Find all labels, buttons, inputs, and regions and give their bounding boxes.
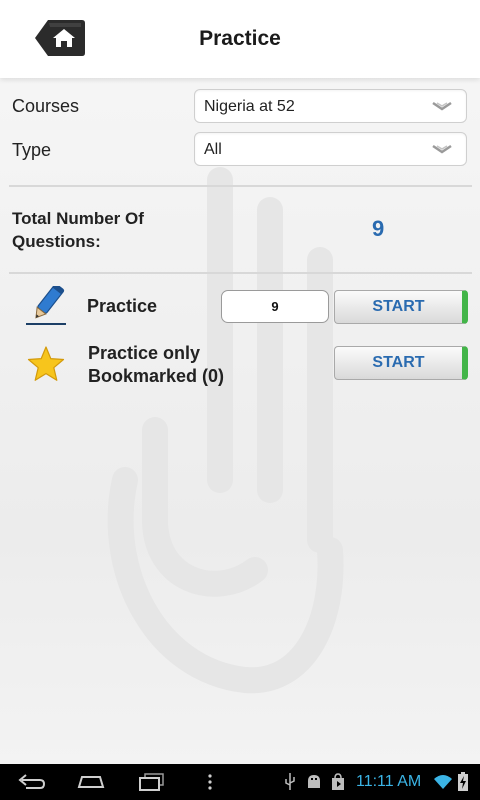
practice-start-button[interactable]: START (334, 290, 468, 324)
system-navigation-bar: 11:11 AM (0, 764, 480, 800)
menu-icon[interactable] (206, 772, 214, 792)
chevron-down-icon (432, 144, 452, 154)
courses-dropdown[interactable]: Nigeria at 52 (194, 89, 467, 123)
usb-icon (285, 773, 295, 790)
clock: 11:11 AM (356, 773, 422, 790)
bookmarked-label-line2: Bookmarked (0) (88, 366, 225, 386)
courses-selected-value: Nigeria at 52 (204, 98, 295, 115)
chevron-down-icon (432, 101, 452, 111)
total-questions-label: Total Number Of Questions: (12, 209, 144, 251)
back-icon[interactable] (16, 772, 46, 792)
home-nav-icon[interactable] (76, 772, 106, 792)
courses-label: Courses (12, 96, 80, 116)
practice-screen: Practice Courses Nigeria at 52 Type All … (0, 0, 480, 764)
type-label: Type (12, 140, 52, 160)
practice-label: Practice (87, 296, 158, 316)
android-debug-icon (308, 775, 320, 788)
bookmarked-label-line1: Practice only (88, 343, 201, 363)
recent-apps-icon[interactable] (137, 772, 167, 792)
page-title: Practice (199, 27, 281, 50)
total-questions-value: 9 (372, 216, 385, 241)
star-icon (27, 346, 65, 381)
divider (9, 185, 472, 187)
wifi-icon (434, 775, 452, 789)
header-bar: Practice (0, 0, 480, 78)
store-icon (332, 773, 344, 790)
type-selected-value: All (204, 141, 222, 158)
battery-icon (458, 772, 468, 791)
bookmarked-start-button[interactable]: START (334, 346, 468, 380)
question-count-input[interactable]: 9 (221, 290, 329, 323)
divider (9, 272, 472, 274)
type-dropdown[interactable]: All (194, 132, 467, 166)
pencil-icon (26, 286, 66, 325)
